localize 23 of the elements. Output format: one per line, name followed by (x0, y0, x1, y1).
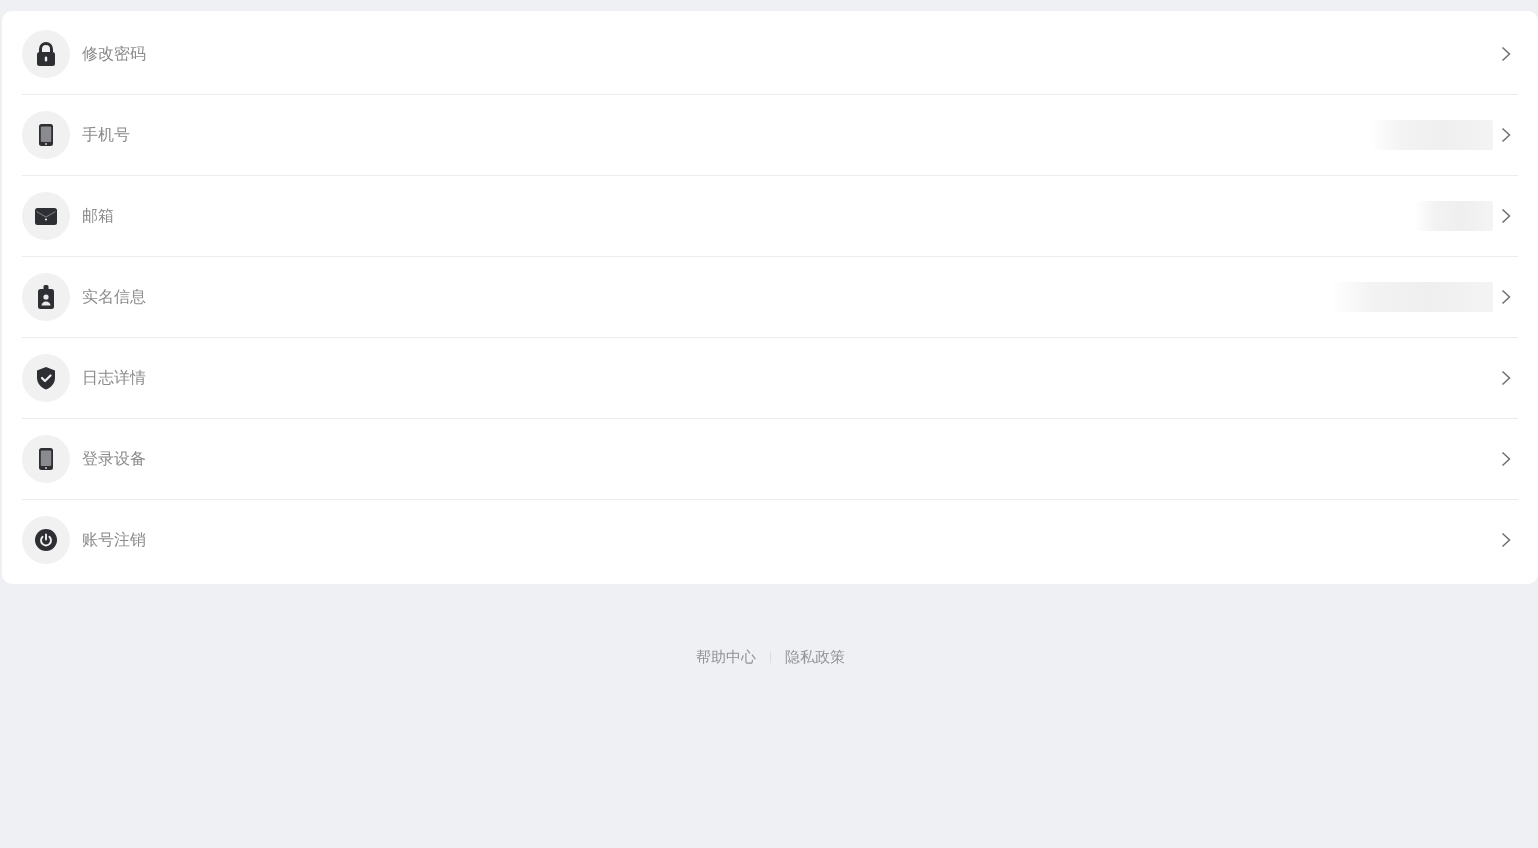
chevron-right-icon[interactable] (1501, 532, 1511, 548)
footer-link[interactable]: 帮助中心 (695, 648, 756, 667)
chevron-right-icon[interactable] (1501, 46, 1511, 62)
mail-icon (22, 192, 70, 240)
settings-item-link[interactable]: 手机号 (82, 124, 130, 146)
settings-item-link[interactable]: 账号注销 (82, 529, 146, 551)
settings-item-link[interactable]: 登录设备 (82, 448, 146, 470)
power-icon (22, 516, 70, 564)
settings-item-link[interactable]: 修改密码 (82, 43, 146, 65)
phone-icon (22, 111, 70, 159)
chevron-right-icon[interactable] (1501, 208, 1511, 224)
lock-icon (22, 30, 70, 78)
settings-item-link[interactable]: 实名信息 (82, 286, 146, 308)
phone-icon (22, 435, 70, 483)
chevron-right-icon[interactable] (1501, 127, 1511, 143)
shield-check-icon (22, 354, 70, 402)
chevron-right-icon[interactable] (1501, 370, 1511, 386)
settings-item-link[interactable]: 邮箱 (82, 205, 114, 227)
settings-item-link[interactable]: 日志详情 (82, 367, 146, 389)
chevron-right-icon[interactable] (1501, 451, 1511, 467)
id-badge-icon (22, 273, 70, 321)
footer-link[interactable]: 隐私政策 (784, 648, 845, 667)
chevron-right-icon[interactable] (1501, 289, 1511, 305)
